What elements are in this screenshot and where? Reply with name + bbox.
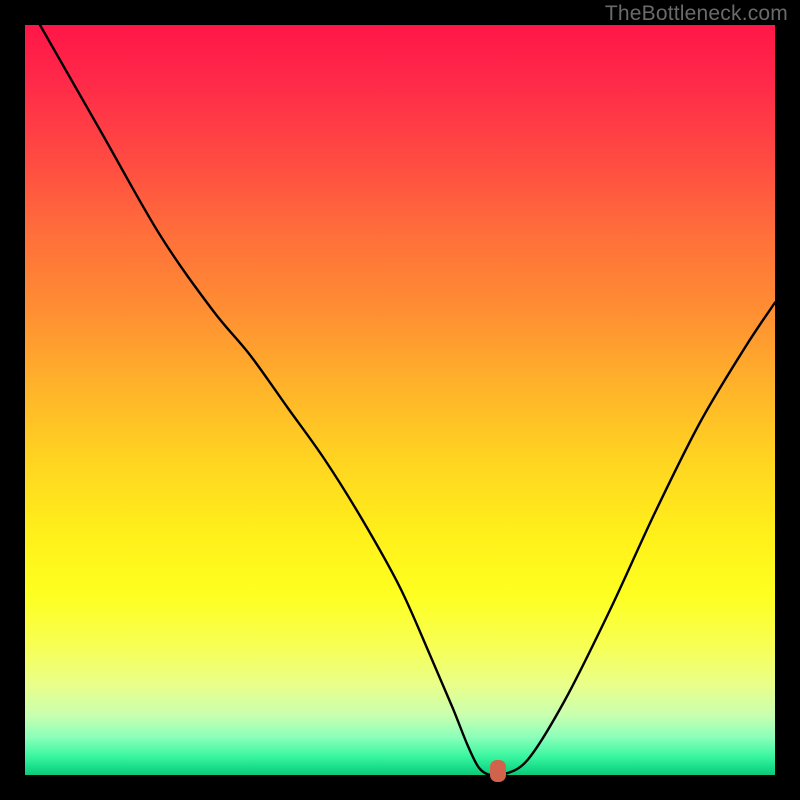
watermark-text: TheBottleneck.com [605, 2, 788, 26]
optimum-marker [490, 760, 506, 782]
chart-plot-area [25, 25, 775, 775]
bottleneck-curve [25, 25, 775, 775]
